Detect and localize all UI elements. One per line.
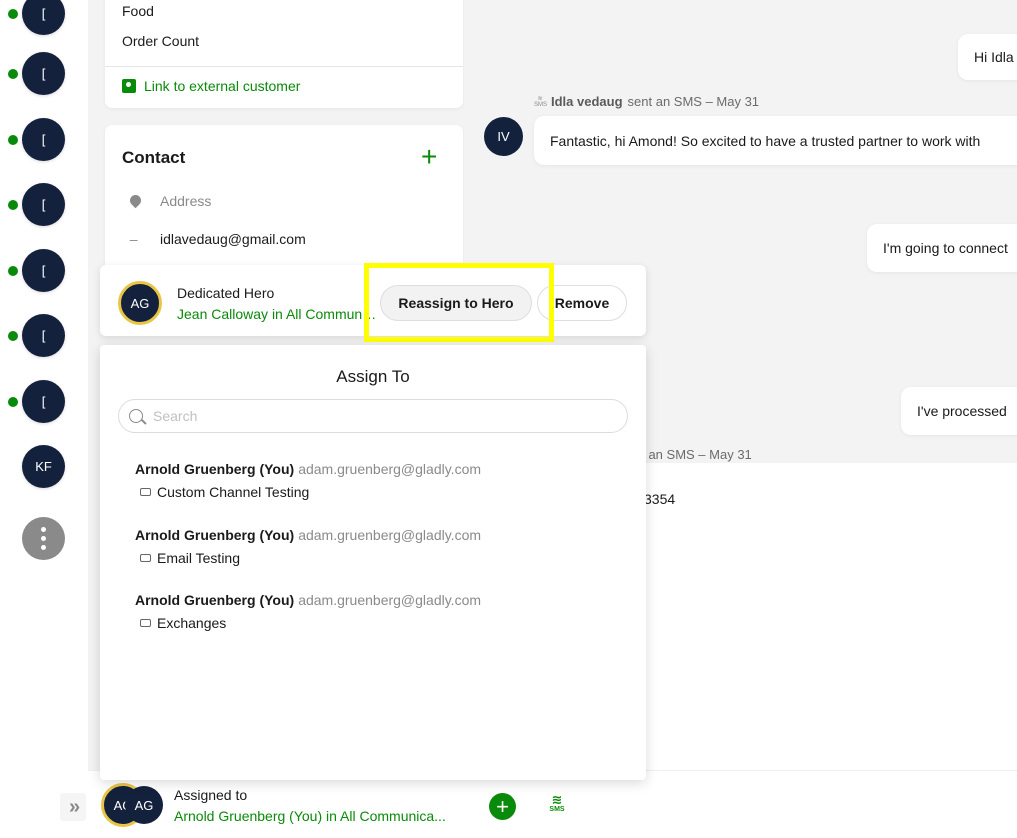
agent-name: Arnold Gruenberg (You) (135, 461, 295, 477)
rail-conversation[interactable]: [ (8, 314, 68, 358)
rail-conversation[interactable]: [ (8, 52, 68, 96)
add-contact-icon[interactable]: + (421, 143, 437, 171)
avatar: [ (22, 380, 65, 423)
assigned-label: Assigned to (174, 787, 248, 803)
message-bubble: Fantastic, hi Amond! So excited to have … (534, 116, 1017, 165)
rail-conversation[interactable]: KF (8, 445, 68, 489)
hero-label: Dedicated Hero (177, 285, 275, 301)
inbox-icon (140, 488, 151, 496)
assign-to-popover: Assign To Arnold Gruenberg (You)adam.gru… (100, 345, 646, 780)
field-food: Food (122, 3, 154, 19)
message-bubble: I'm going to connect (867, 224, 1017, 272)
avatar: [ (22, 52, 65, 95)
dot (41, 536, 46, 541)
message-meta: nt an SMS – May 31 (634, 447, 752, 462)
agent-email: adam.gruenberg@gladly.com (298, 461, 482, 477)
inbox-name: Custom Channel Testing (157, 484, 310, 500)
reassign-to-hero-button[interactable]: Reassign to Hero (380, 285, 532, 321)
inbox-icon (140, 619, 151, 627)
hero-value[interactable]: Jean Calloway in All Communications (177, 306, 377, 322)
avatar: [ (22, 0, 65, 35)
link-label: Link to external customer (144, 78, 301, 94)
online-indicator (8, 397, 18, 407)
agent-option[interactable]: Arnold Gruenberg (You) adam.gruenberg@gla… (135, 527, 481, 566)
avatar: [ (22, 249, 65, 292)
customer-avatar: IV (484, 117, 523, 156)
contact-card-icon (122, 79, 136, 93)
assignee-avatars[interactable]: AG AG (101, 783, 165, 827)
rail-conversation[interactable]: [ (8, 118, 68, 162)
location-pin-icon (122, 192, 160, 209)
agent-option[interactable]: Arnold Gruenberg (You) adam.gruenberg@gla… (135, 461, 481, 500)
field-order-count: Order Count (122, 33, 200, 49)
email-value: idlavedaug@gmail.com (160, 231, 306, 247)
popover-title: Assign To (336, 367, 410, 386)
email-row[interactable]: – idlavedaug@gmail.com (122, 231, 306, 247)
agent-name: Arnold Gruenberg (You) (135, 527, 295, 543)
link-external-customer[interactable]: Link to external customer (122, 78, 300, 94)
address-placeholder: Address (160, 193, 212, 209)
left-rail: [ [ [ [ [ [ [ KF (0, 0, 88, 838)
search-field[interactable] (118, 399, 628, 433)
online-indicator (8, 69, 18, 79)
online-indicator (8, 331, 18, 341)
search-icon (129, 409, 143, 423)
contact-title: Contact (122, 148, 186, 167)
dot (41, 545, 46, 550)
add-icon[interactable]: + (489, 793, 516, 820)
agent-name: Arnold Gruenberg (You) (135, 592, 295, 608)
online-indicator (8, 135, 18, 145)
sms-wave-icon: ≋ (551, 792, 563, 807)
message-text: 3354 (644, 491, 676, 507)
address-row[interactable]: Address (122, 192, 212, 209)
rail-conversation[interactable]: [ (8, 183, 68, 227)
agent-email: adam.gruenberg@gladly.com (298, 592, 482, 608)
avatar: [ (22, 183, 65, 226)
remove-button[interactable]: Remove (537, 285, 627, 321)
expand-icon[interactable]: » (60, 793, 86, 821)
inbox-icon (140, 554, 151, 562)
agent-email: adam.gruenberg@gladly.com (298, 527, 482, 543)
message-bubble: Hi Idla (958, 34, 1017, 80)
avatar: KF (22, 445, 65, 488)
rail-conversation[interactable]: [ (8, 0, 68, 36)
divider (105, 66, 463, 67)
dedicated-hero-card: AG Dedicated Hero Jean Calloway in All C… (100, 265, 646, 336)
message-meta: ≋ SMS Idla vedaug sent an SMS – May 31 (534, 94, 760, 109)
rail-conversation[interactable]: [ (8, 249, 68, 293)
online-indicator (8, 266, 18, 276)
hero-avatar: AG (118, 281, 162, 325)
agent-option[interactable]: Arnold Gruenberg (You) adam.gruenberg@gla… (135, 592, 481, 631)
more-options-button[interactable] (22, 517, 65, 560)
message-bubble: I've processed (901, 387, 1017, 435)
sms-channel-button[interactable]: ≋ SMS (543, 792, 571, 820)
sms-icon: ≋ SMS (534, 95, 548, 108)
contact-card: Contact + Address – idlavedaug@gmail.com (105, 125, 463, 285)
email-icon: – (122, 231, 138, 247)
search-input[interactable] (153, 408, 613, 424)
sms-label: SMS (549, 806, 565, 813)
inbox-name: Exchanges (157, 615, 227, 631)
avatar: [ (22, 118, 65, 161)
customer-details-card: Food Order Count Link to external custom… (105, 0, 463, 108)
online-indicator (8, 200, 18, 210)
rail-conversation[interactable]: [ (8, 380, 68, 424)
assigned-value[interactable]: Arnold Gruenberg (You) in All Communica.… (174, 808, 446, 824)
inbox-name: Email Testing (157, 550, 241, 566)
avatar: [ (22, 314, 65, 357)
avatar: AG (125, 786, 163, 824)
online-indicator (8, 9, 18, 19)
dot (41, 527, 46, 532)
